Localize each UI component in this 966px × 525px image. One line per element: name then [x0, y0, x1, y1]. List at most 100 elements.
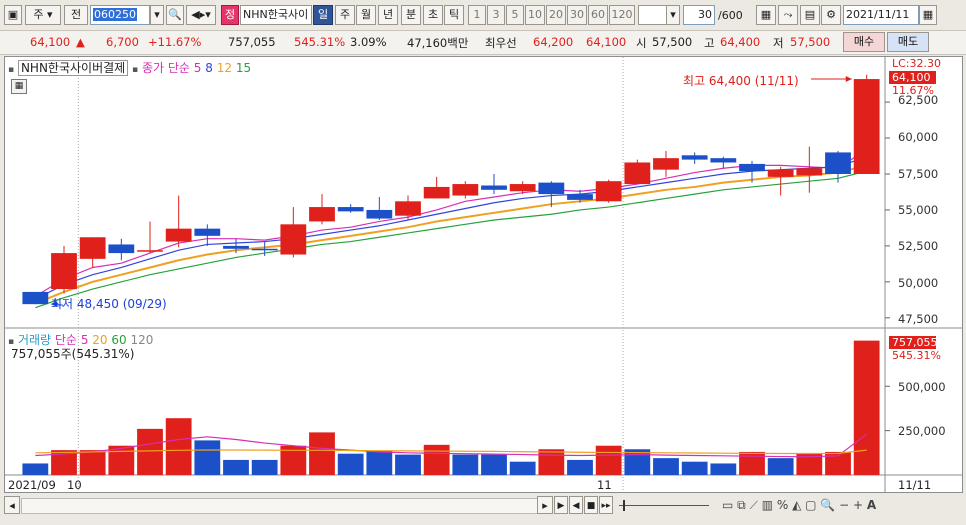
candle-body	[653, 158, 679, 170]
interval-20[interactable]: 20	[546, 5, 566, 25]
candle-body	[223, 245, 249, 249]
candle-body	[22, 291, 49, 305]
period-second[interactable]: 초	[423, 5, 443, 25]
scroll-bar: ◂ ▸ ▶ ◀ ■ ▸▸ ▭ ⧉ ⟋ ▥ % ◭ ▢ 🔍 − + A	[4, 495, 963, 515]
volume-bar	[194, 440, 221, 475]
candle-body	[853, 79, 880, 174]
code-dropdown-icon[interactable]: ▾	[150, 5, 164, 25]
price-legend: ▪ NHN한국사이버결제 ▪ 종가 단순 5 8 12 15	[8, 59, 251, 76]
volume-bar	[165, 418, 192, 475]
custom-interval-dropdown-icon[interactable]: ▾	[666, 5, 680, 25]
zoom-icon[interactable]: 🔍	[820, 498, 835, 512]
window-icon[interactable]: ▣	[4, 5, 22, 25]
interval-1[interactable]: 1	[468, 5, 486, 25]
interval-3[interactable]: 3	[487, 5, 505, 25]
volume-bar	[108, 445, 135, 475]
interval-5[interactable]: 5	[506, 5, 524, 25]
line-chart-icon[interactable]: ⟋	[750, 498, 758, 512]
volume-bar	[423, 444, 450, 475]
grid-table-icon[interactable]: ▦	[11, 79, 27, 94]
volume-bar	[653, 458, 679, 475]
calendar-icon[interactable]: ▦	[919, 5, 937, 25]
copy-icon[interactable]: ⧉	[737, 498, 746, 512]
stock-label[interactable]: NHN한국사이버결제	[17, 60, 129, 76]
ma5-label: 5	[193, 61, 202, 75]
volume-bar	[452, 454, 479, 475]
period-tick[interactable]: 틱	[444, 5, 464, 25]
volume-bar	[79, 450, 106, 475]
interval-120[interactable]: 120	[609, 5, 635, 25]
area-icon[interactable]: ◭	[792, 498, 801, 512]
ma-label[interactable]: 종가 단순	[142, 61, 190, 75]
speed-slider[interactable]	[619, 497, 714, 513]
candle-type-icon[interactable]: ▭	[722, 498, 733, 512]
x-label-end: 11/11	[898, 478, 932, 492]
ma8-label: 8	[205, 61, 213, 75]
step-back-icon[interactable]: ◀	[569, 496, 583, 514]
volume-ratio: 545.31%	[294, 35, 346, 49]
candle-body	[194, 228, 221, 236]
zoom-in-icon[interactable]: +	[853, 498, 863, 512]
candle-body	[509, 184, 536, 192]
volume-y-tick: 250,000	[898, 424, 946, 438]
interval-10[interactable]: 10	[525, 5, 545, 25]
save-icon[interactable]: ▤	[800, 5, 820, 25]
line-tool-icon[interactable]: ⤳	[778, 5, 798, 25]
ma12-line	[34, 164, 867, 305]
speaker-icon[interactable]: ◀▸▾	[186, 5, 216, 25]
candle-body	[423, 186, 450, 199]
scroll-left-icon[interactable]: ◂	[4, 496, 20, 514]
stop-icon[interactable]: ■	[584, 496, 598, 514]
market-select[interactable]: 주 ▾	[25, 5, 61, 25]
font-size-icon[interactable]: A	[867, 498, 876, 512]
toolbar: ▣ 주 ▾ 전 060250 ▾ 🔍 ◀▸▾ 정 NHN한국사이 일 주 월 년…	[0, 0, 966, 31]
percent-icon[interactable]: %	[777, 498, 788, 512]
candle-body	[624, 162, 651, 185]
chart-tool-icon[interactable]: ▦	[756, 5, 776, 25]
volume-bar	[739, 451, 765, 475]
date-input[interactable]: 2021/11/11	[843, 5, 919, 25]
volume-bar	[366, 451, 393, 475]
period-day[interactable]: 일	[313, 5, 333, 25]
volume-bar	[538, 449, 565, 475]
candle-body	[767, 169, 794, 177]
candle-body	[280, 224, 307, 255]
scroll-track[interactable]	[21, 498, 543, 514]
count-input[interactable]: 30	[683, 5, 715, 25]
low-annotation: 최저 48,450 (09/29)	[51, 297, 167, 311]
candle-body	[51, 253, 77, 290]
count-total: /600	[718, 9, 743, 22]
period-week[interactable]: 주	[335, 5, 355, 25]
zoom-out-icon[interactable]: −	[839, 498, 849, 512]
play-icon[interactable]: ▶	[554, 496, 568, 514]
fast-forward-icon[interactable]: ▸▸	[599, 496, 613, 514]
interval-30[interactable]: 30	[567, 5, 587, 25]
stock-name-display: NHN한국사이	[240, 5, 312, 25]
box-icon[interactable]: ▢	[805, 498, 816, 512]
trade-amount: 47,160백만	[407, 36, 469, 50]
y-tick-label: 47,500	[898, 312, 939, 326]
sell-button[interactable]: 매도	[887, 32, 929, 52]
draw-tools[interactable]: ▭ ⧉ ⟋ ▥ % ◭ ▢ 🔍 − + A	[722, 498, 876, 513]
y-tick-label: 57,500	[898, 167, 939, 181]
candle-body	[251, 248, 278, 251]
interval-60[interactable]: 60	[588, 5, 608, 25]
y-tick-label: 52,500	[898, 239, 939, 253]
gear-icon[interactable]: ⚙	[821, 5, 841, 25]
stock-code-input[interactable]: 060250	[90, 5, 150, 25]
bar-type-icon[interactable]: ▥	[762, 498, 773, 512]
period-minute[interactable]: 분	[401, 5, 421, 25]
low-label: 저	[773, 36, 784, 50]
buy-button[interactable]: 매수	[843, 32, 885, 52]
scroll-right-icon[interactable]: ▸	[537, 496, 553, 514]
chart-canvas[interactable]	[5, 57, 962, 492]
search-icon[interactable]: 🔍	[166, 5, 184, 25]
candle-body	[595, 181, 622, 202]
best-ask: 64,200	[533, 35, 574, 49]
period-month[interactable]: 월	[356, 5, 376, 25]
volume-bar	[767, 458, 794, 475]
prev-button[interactable]: 전	[64, 5, 88, 25]
candle-body	[395, 201, 421, 216]
ma15-line	[35, 170, 867, 309]
period-year[interactable]: 년	[378, 5, 398, 25]
